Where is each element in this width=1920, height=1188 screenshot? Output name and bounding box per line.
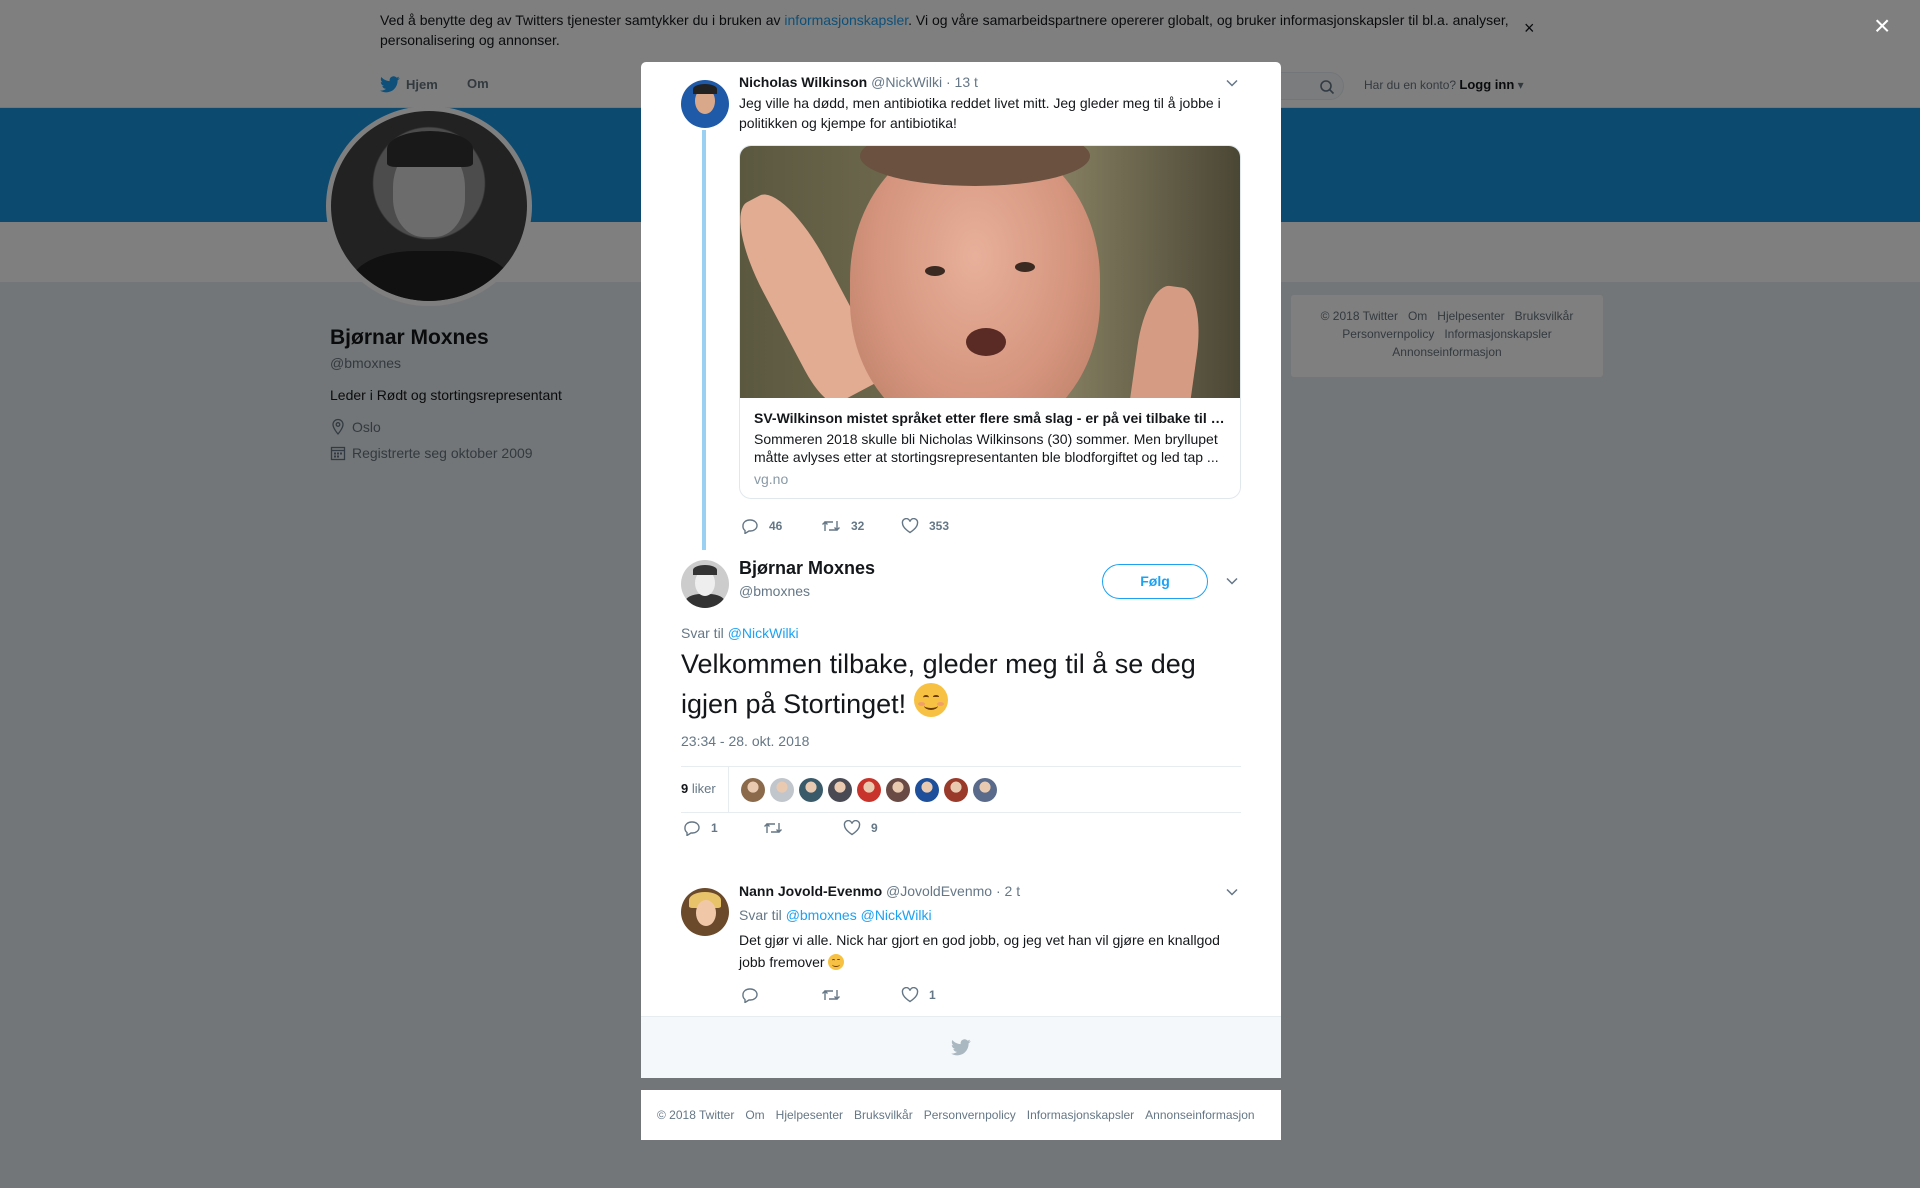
- reply-button[interactable]: [741, 987, 821, 1003]
- liker-avatar[interactable]: [857, 778, 881, 802]
- reply-mention[interactable]: @NickWilki: [728, 625, 799, 641]
- heart-icon: [843, 820, 861, 836]
- tweet-actions: 1 9: [683, 820, 923, 836]
- reply-icon: [742, 988, 758, 1003]
- like-button[interactable]: 9: [843, 820, 923, 836]
- tweet-timestamp[interactable]: 23:34 - 28. okt. 2018: [681, 733, 809, 749]
- footer-link[interactable]: Om: [745, 1108, 764, 1122]
- smiling-face-emoji-icon: [913, 683, 948, 717]
- likes-count[interactable]: 9 liker: [681, 781, 716, 796]
- chevron-down-icon[interactable]: [1225, 885, 1239, 899]
- retweet-button[interactable]: [821, 987, 901, 1003]
- reply-icon: [684, 821, 700, 836]
- avatar[interactable]: [681, 560, 729, 608]
- liker-avatar[interactable]: [886, 778, 910, 802]
- retweet-icon: [822, 521, 840, 531]
- author-name[interactable]: Nicholas Wilkinson: [739, 74, 867, 90]
- reply-mention[interactable]: @bmoxnes: [786, 907, 857, 923]
- liker-avatar[interactable]: [944, 778, 968, 802]
- author-handle[interactable]: @bmoxnes: [739, 583, 810, 599]
- avatar[interactable]: [681, 888, 729, 936]
- likes-row: 9 liker: [681, 766, 1241, 813]
- smiling-face-emoji-icon: [828, 954, 845, 970]
- footer-link[interactable]: Hjelpesenter: [776, 1108, 843, 1122]
- author-handle[interactable]: @JovoldEvenmo: [886, 883, 992, 899]
- liker-avatar[interactable]: [741, 778, 765, 802]
- reply-button[interactable]: 46: [741, 518, 821, 534]
- reply-context: Svar til @bmoxnes @NickWilki: [739, 907, 932, 923]
- tweet-text: Det gjør vi alle. Nick har gjort en god …: [739, 932, 1220, 970]
- like-button[interactable]: 1: [901, 987, 981, 1003]
- modal-footer: [641, 1016, 1281, 1078]
- tweet-header: Nann Jovold-Evenmo @JovoldEvenmo · 2 t: [739, 883, 1020, 899]
- liker-avatar[interactable]: [973, 778, 997, 802]
- footer-link[interactable]: © 2018 Twitter: [657, 1108, 734, 1122]
- reply-button[interactable]: 1: [683, 820, 763, 836]
- card-description: Sommeren 2018 skulle bli Nicholas Wilkin…: [754, 431, 1219, 465]
- close-icon[interactable]: ×: [1874, 12, 1890, 40]
- author-name[interactable]: Nann Jovold-Evenmo: [739, 883, 882, 899]
- follow-button[interactable]: Følg: [1102, 564, 1208, 599]
- reply-context: Svar til @NickWilki: [681, 625, 799, 641]
- reply-mention[interactable]: @NickWilki: [861, 907, 932, 923]
- thread-connector: [702, 130, 706, 550]
- liker-avatar[interactable]: [770, 778, 794, 802]
- card-title: SV-Wilkinson mistet språket etter flere …: [754, 410, 1228, 426]
- avatar[interactable]: [681, 80, 729, 128]
- retweet-icon: [822, 990, 840, 1000]
- liker-avatar[interactable]: [828, 778, 852, 802]
- chevron-down-icon[interactable]: [1225, 76, 1239, 90]
- footer-link[interactable]: Annonseinformasjon: [1145, 1108, 1254, 1122]
- tweet-actions: 1: [741, 987, 981, 1003]
- author-handle[interactable]: @NickWilki: [871, 74, 942, 90]
- heart-icon: [901, 987, 919, 1003]
- page-footer: © 2018 Twitter Om Hjelpesenter Bruksvilk…: [641, 1090, 1281, 1140]
- tweet-time[interactable]: · 2 t: [996, 883, 1020, 899]
- retweet-icon: [764, 823, 782, 833]
- tweet-text: Velkommen tilbake, gleder meg til å se d…: [681, 649, 1196, 719]
- tweet-text: Jeg ville ha dødd, men antibiotika redde…: [739, 95, 1221, 131]
- footer-link[interactable]: Bruksvilkår: [854, 1108, 913, 1122]
- twitter-bird-icon: [951, 1039, 971, 1056]
- retweet-button[interactable]: [763, 820, 843, 836]
- link-card[interactable]: SV-Wilkinson mistet språket etter flere …: [739, 145, 1241, 499]
- card-image: [740, 146, 1240, 398]
- reply-icon: [742, 519, 758, 534]
- liker-avatar[interactable]: [915, 778, 939, 802]
- heart-icon: [901, 518, 919, 534]
- retweet-button[interactable]: 32: [821, 518, 901, 534]
- footer-link[interactable]: Informasjonskapsler: [1027, 1108, 1134, 1122]
- footer-link[interactable]: Personvernpolicy: [924, 1108, 1016, 1122]
- tweet-modal: Nicholas Wilkinson @NickWilki · 13 t Jeg…: [641, 62, 1281, 1078]
- chevron-down-icon[interactable]: [1225, 574, 1239, 588]
- tweet-header: Nicholas Wilkinson @NickWilki · 13 t: [739, 74, 978, 90]
- card-domain: vg.no: [754, 471, 789, 487]
- like-button[interactable]: 353: [901, 518, 981, 534]
- tweet-time[interactable]: · 13 t: [946, 74, 978, 90]
- liker-avatar[interactable]: [799, 778, 823, 802]
- tweet-actions: 46 32 353: [741, 518, 981, 534]
- author-name[interactable]: Bjørnar Moxnes: [739, 558, 875, 579]
